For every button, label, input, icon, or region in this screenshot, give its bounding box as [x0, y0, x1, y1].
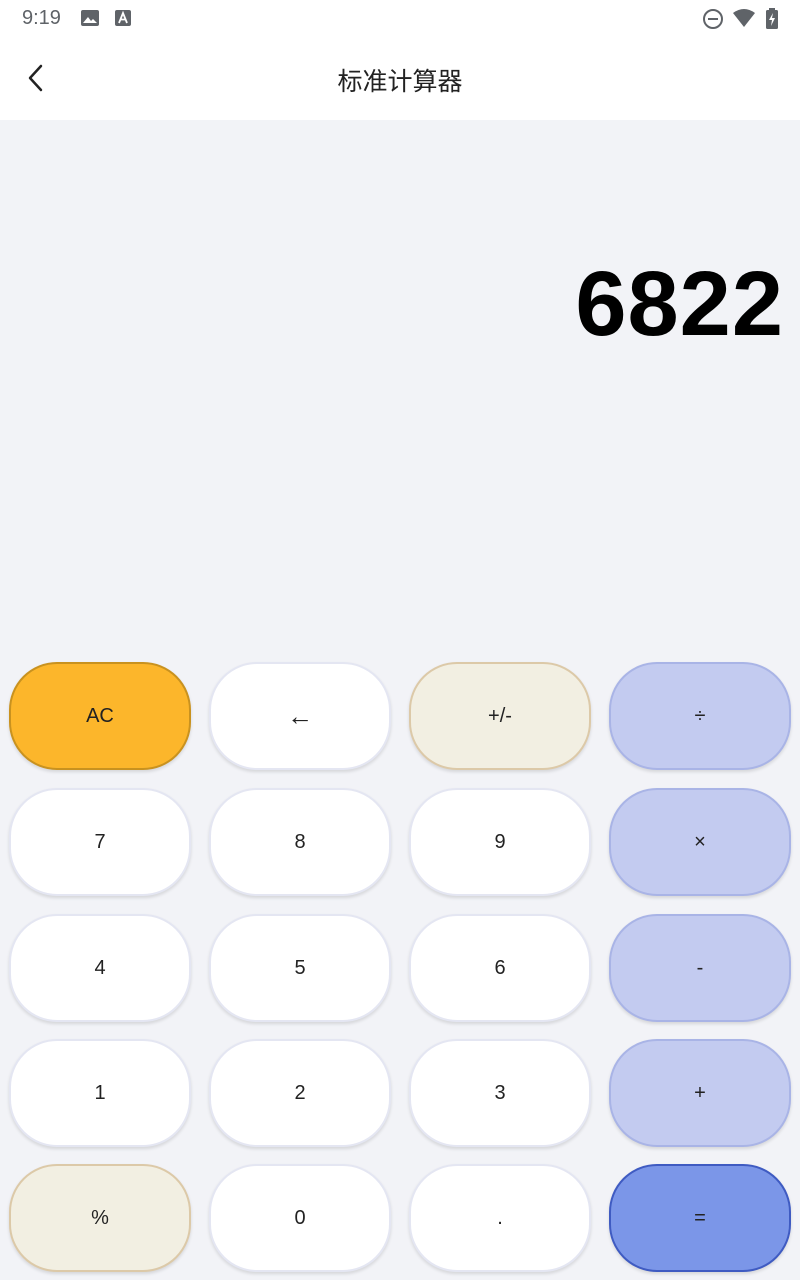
- divide-button[interactable]: ÷: [609, 662, 791, 770]
- digit-8-button[interactable]: 8: [209, 788, 391, 896]
- minus-button[interactable]: -: [609, 914, 791, 1022]
- digit-3-button[interactable]: 3: [409, 1039, 591, 1147]
- digit-1-button[interactable]: 1: [9, 1039, 191, 1147]
- wifi-icon: [732, 8, 756, 33]
- battery-charging-icon: [765, 8, 779, 35]
- digit-2-button[interactable]: 2: [209, 1039, 391, 1147]
- digit-7-button[interactable]: 7: [9, 788, 191, 896]
- image-icon: [80, 8, 100, 33]
- app-header: 标准计算器: [0, 36, 800, 120]
- decimal-point-button[interactable]: .: [409, 1164, 591, 1272]
- digit-0-button[interactable]: 0: [209, 1164, 391, 1272]
- digit-4-button[interactable]: 4: [9, 914, 191, 1022]
- plus-button[interactable]: +: [609, 1039, 791, 1147]
- digit-5-button[interactable]: 5: [209, 914, 391, 1022]
- digit-6-button[interactable]: 6: [409, 914, 591, 1022]
- do-not-disturb-icon: [702, 8, 724, 35]
- result-display: 6822: [575, 253, 784, 355]
- ac-button[interactable]: AC: [9, 662, 191, 770]
- status-bar: 9:19: [0, 0, 800, 36]
- page-title: 标准计算器: [337, 67, 463, 96]
- percent-button[interactable]: %: [9, 1164, 191, 1272]
- digit-9-button[interactable]: 9: [409, 788, 591, 896]
- status-time: 9:19: [22, 7, 61, 29]
- text-a-icon: [114, 8, 132, 33]
- backspace-button[interactable]: ←: [209, 662, 391, 770]
- sign-toggle-button[interactable]: +/-: [409, 662, 591, 770]
- equals-button[interactable]: =: [609, 1164, 791, 1272]
- multiply-button[interactable]: ×: [609, 788, 791, 896]
